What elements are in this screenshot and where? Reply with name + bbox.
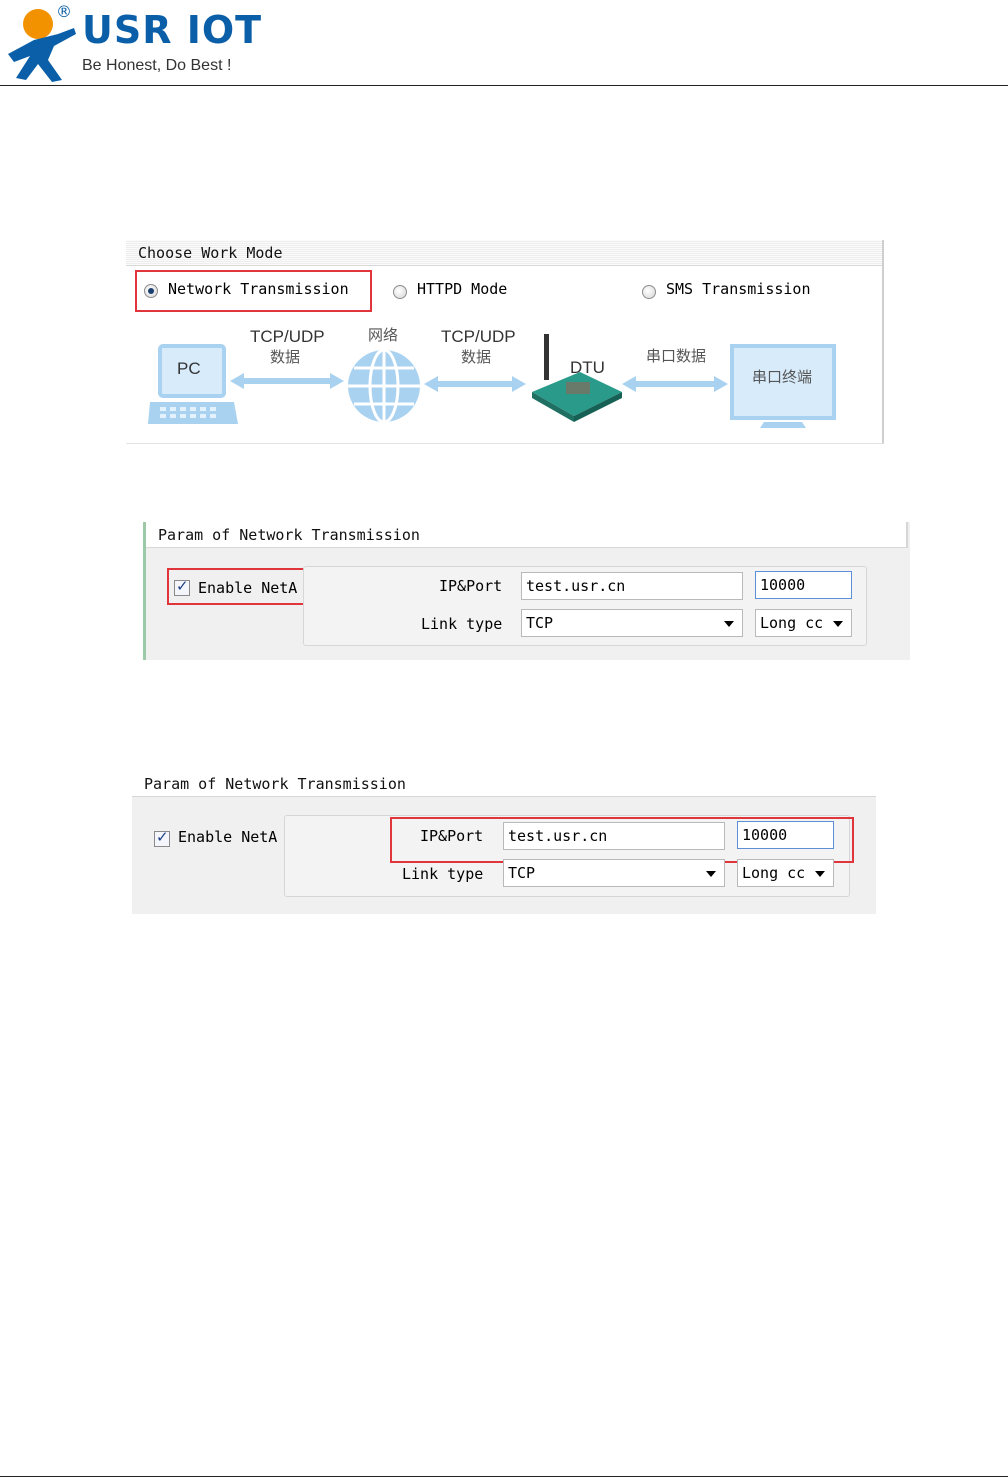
globe-icon [348, 348, 420, 424]
chevron-down-icon [815, 871, 825, 877]
chevron-down-icon [833, 621, 843, 627]
httpd-mode-label[interactable]: HTTPD Mode [417, 280, 507, 298]
double-arrow-icon [230, 373, 344, 389]
enable-neta-checkbox[interactable]: ✓ [174, 577, 190, 596]
sms-transmission-label[interactable]: SMS Transmission [666, 280, 811, 298]
connection-mode-select[interactable]: Long cc [737, 859, 834, 887]
chevron-down-icon [706, 871, 716, 877]
link-type-value: TCP [508, 864, 536, 882]
param-panel-enable: Param of Network Transmission ✓ Enable N… [143, 522, 910, 660]
ip-address-input[interactable]: test.usr.cn [503, 822, 725, 850]
tcpudp-label-1: TCP/UDP [250, 327, 325, 346]
header-divider [0, 85, 1008, 86]
footer-divider [0, 1476, 1008, 1477]
pc-laptop-icon [148, 344, 238, 424]
network-transmission-label[interactable]: Network Transmission [168, 280, 349, 298]
enable-neta-label[interactable]: Enable NetA [178, 827, 277, 847]
link-type-value: TCP [526, 614, 554, 632]
double-arrow-icon [622, 376, 728, 392]
ip-port-label: IP&Port [420, 827, 484, 845]
enable-neta-checkbox[interactable]: ✓ [154, 828, 170, 847]
network-transmission-radio[interactable] [144, 284, 158, 298]
param-panel-title: Param of Network Transmission [132, 771, 876, 797]
link-type-select[interactable]: TCP [521, 609, 743, 637]
tcpudp-label-2: TCP/UDP [441, 327, 516, 346]
link-type-label: Link type [421, 615, 503, 633]
check-mark-icon: ✓ [176, 577, 189, 595]
sms-transmission-radio[interactable] [642, 285, 656, 299]
ip-port-label: IP&Port [439, 577, 503, 595]
serial-data-label: 串口数据 [646, 347, 707, 365]
serial-terminal-label: 串口终端 [752, 368, 813, 386]
network-label: 网络 [368, 326, 399, 344]
httpd-mode-radio[interactable] [393, 285, 407, 299]
enable-neta-label[interactable]: Enable NetA [198, 578, 297, 598]
connection-mode-select[interactable]: Long cc [755, 609, 852, 637]
chevron-down-icon [724, 621, 734, 627]
param-panel-title: Param of Network Transmission [146, 522, 908, 548]
double-arrow-icon [424, 376, 526, 392]
port-input[interactable]: 10000 [755, 571, 852, 599]
check-mark-icon: ✓ [156, 828, 169, 846]
registered-mark: ® [56, 2, 72, 21]
document-header: USR IOT ® Be Honest, Do Best ! [0, 0, 1008, 86]
param-panel-ipport: Param of Network Transmission ✓ Enable N… [132, 771, 876, 914]
pc-label: PC [177, 359, 201, 378]
brand-slogan: Be Honest, Do Best ! [82, 57, 232, 74]
work-mode-panel: Choose Work Mode Network Transmission HT… [126, 240, 884, 444]
brand-name: USR IOT [82, 8, 263, 52]
link-type-label: Link type [402, 865, 484, 883]
data-label-2: 数据 [461, 348, 492, 366]
dtu-label: DTU [570, 358, 605, 377]
port-input[interactable]: 10000 [737, 821, 834, 849]
ip-address-input[interactable]: test.usr.cn [521, 572, 743, 600]
serial-terminal-monitor-icon [730, 344, 836, 428]
work-mode-title: Choose Work Mode [126, 240, 882, 266]
connection-mode-value: Long cc [742, 864, 806, 882]
connection-mode-value: Long cc [760, 614, 824, 632]
data-label-1: 数据 [270, 348, 301, 366]
link-type-select[interactable]: TCP [503, 859, 725, 887]
